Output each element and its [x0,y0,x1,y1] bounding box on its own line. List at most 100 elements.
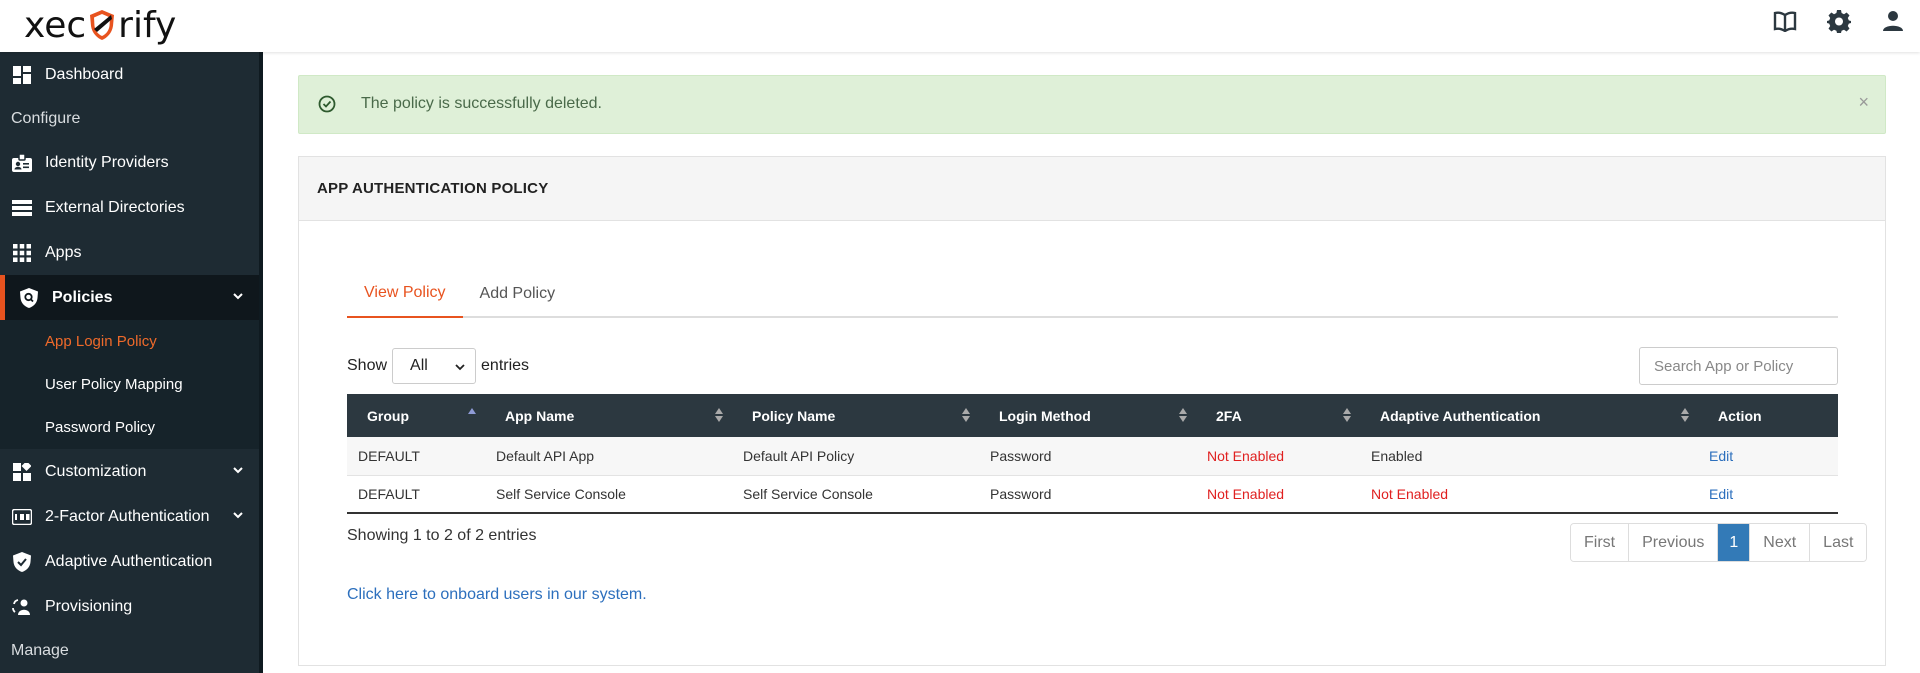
list-icon [12,198,32,218]
policy-tabs: View Policy Add Policy [347,270,1838,318]
widgets-icon [12,462,32,482]
tab-add-policy[interactable]: Add Policy [463,270,573,318]
pagination-first[interactable]: First [1571,524,1630,561]
cell-2fa: Not Enabled [1196,437,1360,476]
cell-policy-name: Self Service Console [732,475,979,514]
top-header: xec rify [0,0,1920,52]
cell-policy-name: Default API Policy [732,437,979,476]
entries-control: Show All entries [347,347,529,385]
apps-grid-icon [12,243,32,263]
sidebar-item-identity-providers[interactable]: Identity Providers [0,140,259,185]
sidebar-item-dashboard[interactable]: Dashboard [0,52,259,97]
pagination-page-1[interactable]: 1 [1718,524,1751,561]
sidebar-item-label: Identity Providers [45,153,169,171]
main-content: The policy is successfully deleted. × AP… [263,52,1920,673]
logo-text-right: rify [118,4,177,46]
edit-link[interactable]: Edit [1698,475,1838,514]
sidebar-subitem-app-login-policy[interactable]: App Login Policy [0,320,259,363]
cell-2fa: Not Enabled [1196,475,1360,514]
cell-group: DEFAULT [347,437,485,476]
sort-asc-icon [468,408,476,414]
cell-app-name: Default API App [485,437,732,476]
sort-icon [1179,408,1187,422]
sidebar-item-2fa[interactable]: 2-Factor Authentication [0,494,259,539]
user-icon[interactable] [1866,1,1920,41]
sort-icon [962,408,970,422]
sort-icon [1343,408,1351,422]
sidebar-item-apps[interactable]: Apps [0,230,259,275]
chevron-down-icon [233,512,243,519]
sidebar-item-label: Apps [45,243,82,261]
sidebar-item-policies[interactable]: Policies [0,275,259,320]
column-header-login-method[interactable]: Login Method [979,394,1196,437]
sidebar-item-label: Adaptive Authentication [45,552,213,570]
table-row: DEFAULT Default API App Default API Poli… [347,437,1838,476]
shield-logo-icon [90,10,115,40]
pagination-last[interactable]: Last [1810,524,1867,561]
column-header-action: Action [1698,394,1838,437]
pagination: First Previous 1 Next Last [1570,523,1868,562]
cell-adaptive-authentication: Not Enabled [1360,475,1698,514]
shield-search-icon [19,287,39,308]
shield-check-icon [12,551,32,572]
user-sync-icon [12,597,32,617]
column-header-app-name[interactable]: App Name [485,394,732,437]
pagination-next[interactable]: Next [1750,524,1811,561]
sidebar-item-label: Customization [45,462,147,480]
sidebar-item-label: Dashboard [45,65,124,83]
entries-select-value: All [410,357,428,374]
alert-close-button[interactable]: × [1858,92,1869,113]
sort-icon [1681,408,1689,422]
pagination-previous[interactable]: Previous [1629,524,1719,561]
show-label: Show [347,357,388,374]
onboard-users-link[interactable]: Click here to onboard users in our syste… [347,586,647,604]
sidebar-subitem-password-policy[interactable]: Password Policy [0,406,259,449]
check-circle-icon [318,95,336,113]
edit-link[interactable]: Edit [1698,437,1838,476]
sidebar-item-adaptive-authentication[interactable]: Adaptive Authentication [0,539,259,584]
gear-icon[interactable] [1812,1,1866,41]
tab-view-policy[interactable]: View Policy [347,270,463,318]
table-info: Showing 1 to 2 of 2 entries [347,527,537,544]
column-header-policy-name[interactable]: Policy Name [732,394,979,437]
chevron-down-icon [233,293,243,300]
pin-123-icon [12,507,32,527]
sort-icon [715,408,723,422]
success-alert: The policy is successfully deleted. × [298,75,1886,134]
dashboard-icon [12,65,32,85]
sidebar-item-label: External Directories [45,198,185,216]
cell-app-name: Self Service Console [485,475,732,514]
id-badge-icon [12,153,32,173]
cell-adaptive-authentication: Enabled [1360,437,1698,476]
column-header-group[interactable]: Group [347,394,485,437]
sidebar-item-label: Provisioning [45,597,133,615]
sidebar-item-customization[interactable]: Customization [0,449,259,494]
cell-group: DEFAULT [347,475,485,514]
entries-label: entries [481,357,530,374]
sidebar-section-manage: Manage [11,641,69,659]
chevron-down-icon [233,467,243,474]
column-header-adaptive-authentication[interactable]: Adaptive Authentication [1360,394,1698,437]
sidebar-item-label: 2-Factor Authentication [45,507,210,525]
policy-table: Group App Name Policy Name Login Method … [347,394,1838,514]
chevron-down-icon [455,364,465,371]
table-header-row: Group App Name Policy Name Login Method … [347,394,1838,437]
sidebar-subitem-user-policy-mapping[interactable]: User Policy Mapping [0,363,259,406]
cell-login-method: Password [979,437,1196,476]
sidebar-item-label: Policies [52,288,113,306]
sidebar-item-external-directories[interactable]: External Directories [0,185,259,230]
column-header-2fa[interactable]: 2FA [1196,394,1360,437]
entries-select[interactable]: All [392,348,477,384]
table-row: DEFAULT Self Service Console Self Servic… [347,475,1838,514]
panel-title: APP AUTHENTICATION POLICY [299,157,1885,221]
alert-message: The policy is successfully deleted. [361,95,602,112]
brand-logo[interactable]: xec rify [24,4,176,46]
search-input[interactable] [1639,347,1838,385]
book-icon[interactable] [1758,1,1812,41]
logo-text-left: xec [24,4,87,46]
sidebar-section-configure: Configure [11,109,81,127]
policy-panel: APP AUTHENTICATION POLICY View Policy Ad… [298,156,1886,666]
sidebar: Dashboard Configure Identity Providers E… [0,52,263,673]
cell-login-method: Password [979,475,1196,514]
sidebar-item-provisioning[interactable]: Provisioning [0,584,259,629]
